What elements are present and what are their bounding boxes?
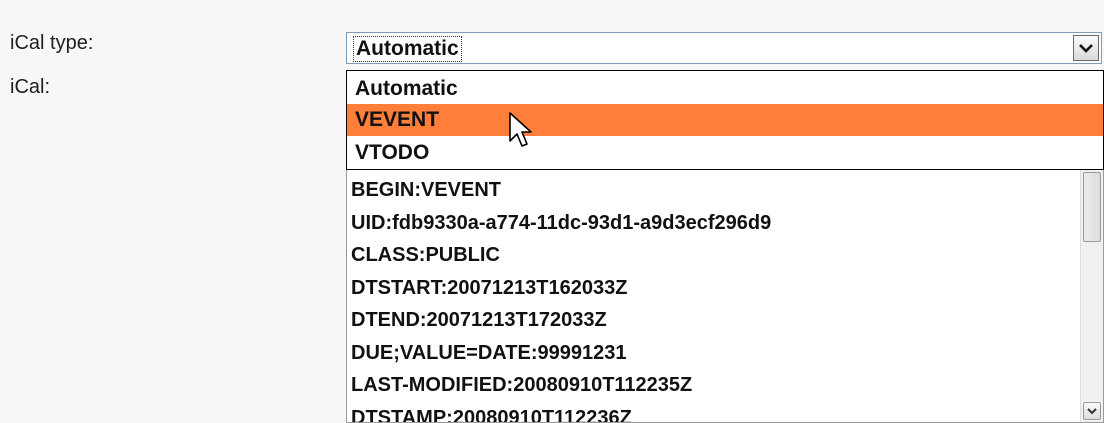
ical-line: BEGIN:VEVENT bbox=[351, 179, 502, 201]
ical-text-lines: BEGIN:VEVENT UID:fdb9330a-a774-11dc-93d1… bbox=[351, 174, 1077, 423]
ical-type-selected-value: Automatic bbox=[353, 36, 462, 62]
ical-line: CLASS:PUBLIC bbox=[351, 244, 500, 266]
ical-line: LAST-MODIFIED:20080910T112235Z bbox=[351, 374, 693, 396]
ical-type-select[interactable]: Automatic bbox=[346, 32, 1102, 64]
textarea-scrollbar[interactable] bbox=[1080, 170, 1103, 422]
ical-line: DTSTAMP:20080910T112236Z bbox=[351, 406, 632, 423]
dropdown-option-vtodo[interactable]: VTODO bbox=[347, 137, 1103, 169]
ical-type-dropdown-list: Automatic VEVENT VTODO bbox=[346, 70, 1104, 170]
ical-line: DTEND:20071213T172033Z bbox=[351, 309, 607, 331]
ical-type-label: iCal type: bbox=[10, 32, 94, 54]
ical-line: DTSTART:20071213T162033Z bbox=[351, 276, 628, 299]
ical-settings-form: iCal type: iCal: Automatic Automatic VEV… bbox=[0, 0, 1104, 423]
ical-line: DUE;VALUE=DATE:99991231 bbox=[351, 341, 627, 364]
ical-label: iCal: bbox=[10, 76, 51, 98]
dropdown-arrow-button[interactable] bbox=[1073, 35, 1099, 61]
chevron-down-icon bbox=[1087, 407, 1097, 414]
scrollbar-thumb[interactable] bbox=[1083, 172, 1101, 242]
ical-textarea[interactable]: BEGIN:VEVENT UID:fdb9330a-a774-11dc-93d1… bbox=[346, 170, 1104, 423]
dropdown-option-automatic[interactable]: Automatic bbox=[347, 73, 1103, 105]
scroll-down-button[interactable] bbox=[1083, 402, 1101, 420]
ical-line: UID:fdb9330a-a774-11dc-93d1-a9d3ecf296d9 bbox=[351, 211, 772, 234]
mouse-pointer-icon bbox=[509, 112, 532, 147]
dropdown-option-vevent[interactable]: VEVENT bbox=[347, 104, 1103, 136]
chevron-down-icon bbox=[1079, 44, 1093, 53]
